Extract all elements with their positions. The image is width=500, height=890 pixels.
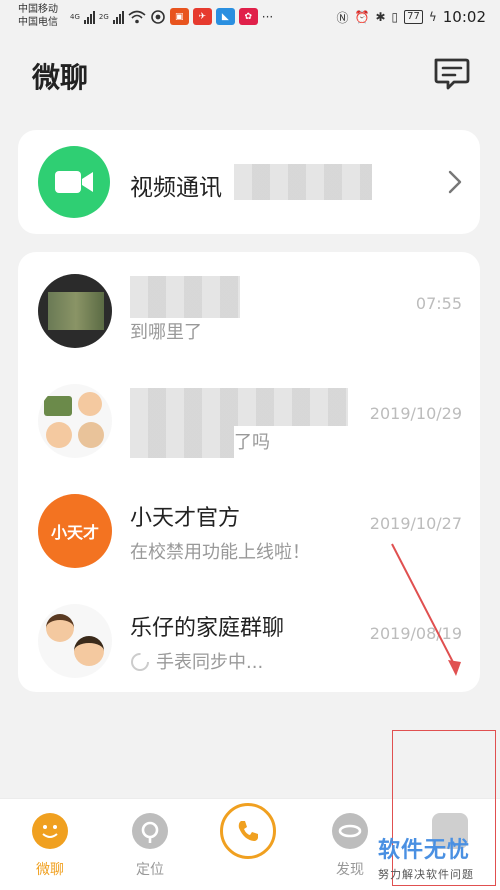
clock: 10:02 <box>442 8 486 26</box>
blurred-name <box>130 388 348 426</box>
loading-spinner-icon <box>131 653 149 671</box>
phone-icon <box>220 803 276 859</box>
nav-label: 定位 <box>136 862 164 878</box>
family-avatar <box>38 384 112 458</box>
status-icons-right: Ⓝ ⏰ ✱ ▯ 77 ϟ 10:02 <box>336 8 486 26</box>
chat-preview: 手表同步中... <box>156 652 264 673</box>
vibrate-icon: ▯ <box>391 10 399 24</box>
nav-label: 发现 <box>336 862 364 878</box>
nav-item-call[interactable] <box>215 803 285 873</box>
chat-date: 07:55 <box>415 294 462 313</box>
nav-item-location[interactable]: 定位 <box>115 813 185 883</box>
page-title: 微聊 <box>32 61 89 94</box>
carrier-2: 中国电信 <box>18 17 58 28</box>
chat-preview: 在校禁用功能上线啦！ <box>130 542 310 563</box>
app-notification-icon: ◣ <box>215 8 235 25</box>
nfc-icon: Ⓝ <box>336 10 349 25</box>
app-notification-icon: ▣ <box>169 8 189 25</box>
avatar <box>38 274 112 348</box>
app-notification-icon: ✿ <box>238 8 258 25</box>
watermark: 软件无忧 努力解决软件问题 <box>378 832 500 882</box>
alarm-icon: ⏰ <box>354 10 370 24</box>
message-icon <box>434 58 470 90</box>
chat-list: 到哪里了 07:55 了吗 2019/10/29 小天才 小天才官方 在校禁用功… <box>18 252 480 692</box>
video-camera-icon <box>38 146 110 218</box>
xiaotiancai-logo: 小天才 <box>38 494 112 568</box>
blurred-name <box>130 276 240 318</box>
nav-item-chat[interactable]: 微聊 <box>15 813 85 883</box>
settings-icon <box>150 9 165 24</box>
video-call-card[interactable]: 视频通讯 <box>18 130 480 234</box>
chat-row[interactable]: 到哪里了 07:55 <box>18 256 480 366</box>
network-4g-label: 4G <box>70 12 80 21</box>
status-bar: 中国移动 中国电信 4G 2G ▣ ✈ ◣ ✿ ··· Ⓝ ⏰ ✱ ▯ 77 ϟ… <box>0 0 500 36</box>
carrier-labels: 中国移动 中国电信 <box>18 3 58 29</box>
wifi-icon <box>128 10 146 23</box>
watermark-subtitle: 努力解决软件问题 <box>378 868 474 881</box>
location-icon <box>132 813 168 849</box>
chat-preview: 了吗 <box>234 432 270 453</box>
video-call-label: 视频通讯 <box>130 175 222 201</box>
discover-icon <box>332 813 368 849</box>
chat-row[interactable]: 小天才 小天才官方 在校禁用功能上线啦！ 2019/10/27 <box>18 476 480 586</box>
family-avatar <box>38 604 112 678</box>
chat-preview: 到哪里了 <box>130 322 202 343</box>
chat-name: 小天才官方 <box>130 506 241 531</box>
chat-row[interactable]: 了吗 2019/10/29 <box>18 366 480 476</box>
chat-face-icon <box>32 813 68 849</box>
signal-icon <box>83 10 95 24</box>
chat-date: 2019/10/29 <box>369 404 462 423</box>
blurred-content <box>234 164 372 200</box>
new-chat-button[interactable] <box>432 56 472 92</box>
nav-item-discover[interactable]: 发现 <box>315 813 385 883</box>
chat-date: 2019/10/27 <box>369 514 462 533</box>
nav-label: 微聊 <box>36 862 64 878</box>
app-notification-icon: ✈ <box>192 8 212 25</box>
chevron-right-icon <box>448 170 462 194</box>
battery-icon: 77 <box>404 10 423 24</box>
charging-icon: ϟ <box>428 10 437 24</box>
watermark-title: 软件无忧 <box>378 838 471 863</box>
carrier-1: 中国移动 <box>18 4 58 15</box>
chat-date: 2019/08/19 <box>369 624 462 643</box>
blurred-preview <box>130 426 234 458</box>
bluetooth-icon: ✱ <box>375 10 386 24</box>
chat-name: 乐仔的家庭群聊 <box>130 616 285 641</box>
more-notifications-icon: ··· <box>261 9 274 24</box>
signal-icon-2 <box>112 10 124 24</box>
status-icons-left: 4G 2G ▣ ✈ ◣ ✿ ··· <box>70 8 273 25</box>
chat-row[interactable]: 乐仔的家庭群聊 手表同步中... 2019/08/19 <box>18 586 480 696</box>
network-2g-label: 2G <box>98 12 109 21</box>
